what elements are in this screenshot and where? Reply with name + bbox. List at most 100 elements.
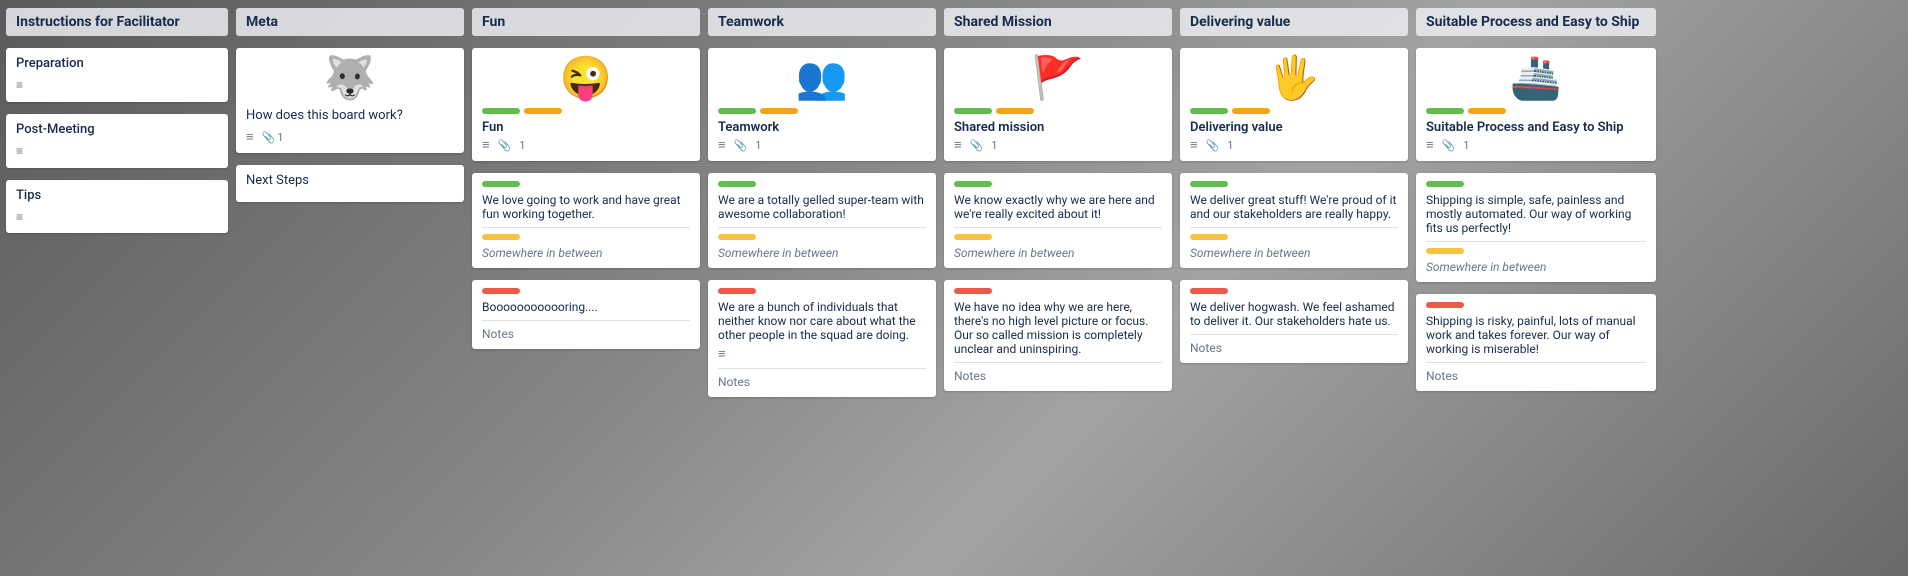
lines-icon-teamwork-red: [718, 346, 726, 362]
dv-red-label-row: [1190, 288, 1398, 294]
fun-green-label-row: [482, 181, 690, 187]
emoji-suitable-process: 🚢: [1426, 56, 1646, 102]
label-green-sp2: [1426, 181, 1464, 187]
label-orange-teamwork: [760, 108, 798, 114]
divider-dv-red: [1190, 334, 1398, 335]
emoji-teamwork: 👥: [718, 56, 926, 102]
divider-fun-green: [482, 227, 690, 228]
column-delivering-value: Delivering value 🖐️ Delivering value 📎 1…: [1180, 8, 1408, 568]
label-yellow-dv: [1190, 234, 1228, 240]
card-how-board-text: How does this board work?: [246, 108, 454, 123]
sm-green-body: We know exactly why we are here and we'r…: [954, 193, 1162, 221]
sm-red-body: We have no idea why we are here, there's…: [954, 300, 1162, 356]
sp-card-meta: 📎 1: [1426, 137, 1646, 153]
sp-notes: Notes: [1426, 369, 1646, 383]
card-sm-green[interactable]: We know exactly why we are here and we'r…: [944, 173, 1172, 268]
card-shared-mission-main[interactable]: 🚩 Shared mission 📎 1: [944, 48, 1172, 161]
dv-yellow-label-row: [1190, 234, 1398, 240]
emoji-shared-mission: 🚩: [954, 56, 1162, 102]
teamwork-red-meta: [718, 346, 926, 362]
card-fun-main[interactable]: 😜 Fun 📎 1: [472, 48, 700, 161]
card-preparation[interactable]: Preparation: [6, 48, 228, 102]
card-teamwork-main[interactable]: 👥 Teamwork 📎 1: [708, 48, 936, 161]
label-yellow-sp: [1426, 248, 1464, 254]
teamwork-green-label-row: [718, 181, 926, 187]
dv-red-body: We deliver hogwash. We feel ashamed to d…: [1190, 300, 1398, 328]
teamwork-red-label-row: [718, 288, 926, 294]
sp-title: Suitable Process and Easy to Ship: [1426, 120, 1646, 135]
attach-icon-sm: 📎: [970, 139, 984, 152]
label-green-dv2: [1190, 181, 1228, 187]
sm-red-label-row: [954, 288, 1162, 294]
sp-yellow-label-row: [1426, 248, 1646, 254]
divider-sp-red: [1426, 362, 1646, 363]
col-header-meta: Meta: [236, 8, 464, 36]
label-red-fun: [482, 288, 520, 294]
card-sp-red[interactable]: Shipping is risky, painful, lots of manu…: [1416, 294, 1656, 391]
sm-notes: Notes: [954, 369, 1162, 383]
teamwork-green-body: We are a totally gelled super-team with …: [718, 193, 926, 221]
teamwork-notes: Notes: [718, 375, 926, 389]
label-green-fun: [482, 108, 520, 114]
col-header-fun: Fun: [472, 8, 700, 36]
card-teamwork-red[interactable]: We are a bunch of individuals that neith…: [708, 280, 936, 397]
teamwork-somewhere: Somewhere in between: [718, 246, 926, 260]
fun-somewhere: Somewhere in between: [482, 246, 690, 260]
card-fun-red[interactable]: Boooooooooooring.... Notes: [472, 280, 700, 349]
label-red-teamwork: [718, 288, 756, 294]
shared-mission-card-meta: 📎 1: [954, 137, 1162, 153]
card-how-board-works[interactable]: 🐺 How does this board work? 📎 1: [236, 48, 464, 153]
label-green-sm: [954, 108, 992, 114]
attach-count-sm: 1: [991, 139, 997, 152]
col-header-instructions: Instructions for Facilitator: [6, 8, 228, 36]
card-sp-main[interactable]: 🚢 Suitable Process and Easy to Ship 📎 1: [1416, 48, 1656, 161]
attach-icon-meta: 📎: [262, 131, 276, 144]
fun-red-body: Boooooooooooring....: [482, 300, 690, 314]
lines-icon-meta: [246, 129, 254, 145]
card-sp-green[interactable]: Shipping is simple, safe, painless and m…: [1416, 173, 1656, 282]
divider-sm-green: [954, 227, 1162, 228]
lines-icon-postmeeting: [16, 144, 23, 158]
fun-red-label-row: [482, 288, 690, 294]
dv-somewhere: Somewhere in between: [1190, 246, 1398, 260]
sp-red-label-row: [1426, 302, 1646, 308]
label-green-sm2: [954, 181, 992, 187]
shared-mission-title: Shared mission: [954, 120, 1162, 135]
sp-somewhere: Somewhere in between: [1426, 260, 1646, 274]
dv-notes: Notes: [1190, 341, 1398, 355]
card-next-steps[interactable]: Next Steps: [236, 165, 464, 202]
shared-mission-label-row: [954, 108, 1162, 114]
divider-dv-green: [1190, 227, 1398, 228]
attach-count-teamwork: 1: [755, 139, 761, 152]
label-orange-sp: [1468, 108, 1506, 114]
card-dv-main[interactable]: 🖐️ Delivering value 📎 1: [1180, 48, 1408, 161]
sp-label-row: [1426, 108, 1646, 114]
card-dv-green[interactable]: We deliver great stuff! We're proud of i…: [1180, 173, 1408, 268]
label-orange-dv: [1232, 108, 1270, 114]
card-tips[interactable]: Tips: [6, 180, 228, 234]
lines-icon-preparation: [16, 78, 23, 92]
column-teamwork: Teamwork 👥 Teamwork 📎 1 We are a totally…: [708, 8, 936, 568]
label-red-sp: [1426, 302, 1464, 308]
card-teamwork-green[interactable]: We are a totally gelled super-team with …: [708, 173, 936, 268]
card-postmeeting[interactable]: Post-Meeting: [6, 114, 228, 168]
lines-icon-teamwork: [718, 137, 726, 153]
card-sm-red[interactable]: We have no idea why we are here, there's…: [944, 280, 1172, 391]
divider-sp-green: [1426, 241, 1646, 242]
lines-icon-sm: [954, 137, 962, 153]
dv-title: Delivering value: [1190, 120, 1398, 135]
col-header-teamwork: Teamwork: [708, 8, 936, 36]
sp-green-label-row: [1426, 181, 1646, 187]
card-dv-red[interactable]: We deliver hogwash. We feel ashamed to d…: [1180, 280, 1408, 363]
attach-meta: 📎 1: [262, 131, 284, 144]
col-header-delivering-value: Delivering value: [1180, 8, 1408, 36]
emoji-wolf: 🐺: [246, 56, 454, 102]
attach-count-fun: 1: [519, 139, 525, 152]
attach-icon-fun: 📎: [498, 139, 512, 152]
label-yellow-sm: [954, 234, 992, 240]
label-green-dv: [1190, 108, 1228, 114]
card-next-steps-title: Next Steps: [246, 173, 454, 188]
col-header-shared-mission: Shared Mission: [944, 8, 1172, 36]
attach-count-dv: 1: [1227, 139, 1233, 152]
card-fun-green[interactable]: We love going to work and have great fun…: [472, 173, 700, 268]
